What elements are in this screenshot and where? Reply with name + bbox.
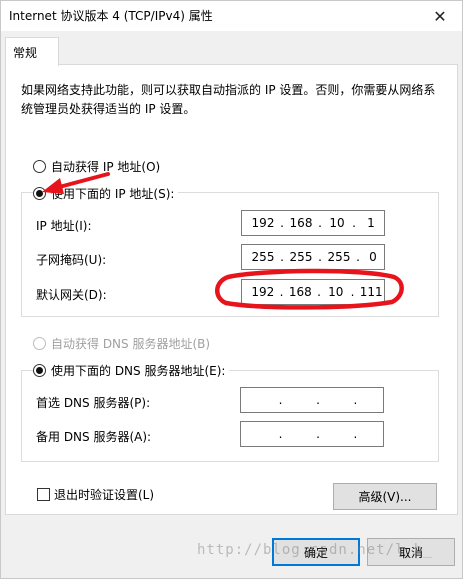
validate-checkbox[interactable]: 退出时验证设置(L) (37, 486, 154, 503)
ip-manual-radio[interactable]: 使用下面的 IP 地址(S): (33, 185, 179, 202)
subnet-mask-label: 子网掩码(U): (36, 253, 107, 267)
ip-seg: 111 (359, 285, 383, 299)
checkbox-square (37, 488, 50, 501)
alternate-dns-label: 备用 DNS 服务器(A): (36, 430, 152, 444)
ip-seg: 1 (367, 216, 375, 230)
preferred-dns-label: 首选 DNS 服务器(P): (36, 396, 151, 410)
dns-group-box (21, 370, 439, 462)
gateway-field[interactable]: 192. 168. 10. 111 (241, 279, 385, 305)
dns-auto-label: 自动获得 DNS 服务器地址(B) (51, 337, 211, 351)
ip-seg: 192 (251, 216, 275, 230)
radio-circle (33, 187, 46, 200)
radio-circle (33, 160, 46, 173)
ip-seg: 10 (329, 216, 345, 230)
tab-strip: 常规 (1, 31, 462, 66)
advanced-button[interactable]: 高级(V)... (333, 483, 437, 510)
ip-seg: 10 (328, 285, 344, 299)
ip-address-label: IP 地址(I): (36, 219, 92, 233)
tab-general[interactable]: 常规 (5, 37, 59, 66)
dns-auto-radio[interactable]: 自动获得 DNS 服务器地址(B) (33, 335, 210, 352)
ip-seg: 255 (327, 250, 351, 264)
ip-seg: 255 (251, 250, 275, 264)
ip-manual-label: 使用下面的 IP 地址(S): (51, 187, 175, 201)
ip-address-field[interactable]: 192. 168. 10. 1 (241, 210, 385, 236)
validate-label: 退出时验证设置(L) (54, 488, 155, 502)
ip-seg: 168 (288, 285, 312, 299)
dialog-window: Internet 协议版本 4 (TCP/IPv4) 属性 ✕ 常规 如果网络支… (0, 0, 463, 579)
alternate-dns-field[interactable]: . . . (240, 421, 384, 447)
ip-seg: 0 (369, 250, 377, 264)
subnet-mask-field[interactable]: 255. 255. 255. 0 (241, 244, 385, 270)
gateway-label: 默认网关(D): (36, 288, 107, 302)
ip-seg: 255 (289, 250, 313, 264)
ip-auto-radio[interactable]: 自动获得 IP 地址(O) (33, 158, 160, 175)
watermark-text: http://blog.csdn.net/l_b_ (197, 542, 433, 558)
general-panel: 如果网络支持此功能，则可以获取自动指派的 IP 设置。否则，你需要从网络系统管理… (5, 64, 458, 515)
preferred-dns-field[interactable]: . . . (240, 387, 384, 413)
ip-auto-label: 自动获得 IP 地址(O) (51, 160, 161, 174)
radio-circle (33, 364, 46, 377)
window-title: Internet 协议版本 4 (TCP/IPv4) 属性 (9, 9, 213, 23)
dns-manual-radio[interactable]: 使用下面的 DNS 服务器地址(E): (33, 362, 230, 379)
ip-seg: 192 (251, 285, 275, 299)
close-icon[interactable]: ✕ (418, 1, 462, 31)
ip-seg: 168 (289, 216, 313, 230)
dns-manual-label: 使用下面的 DNS 服务器地址(E): (51, 364, 226, 378)
title-bar: Internet 协议版本 4 (TCP/IPv4) 属性 ✕ (1, 1, 462, 31)
description-text: 如果网络支持此功能，则可以获取自动指派的 IP 设置。否则，你需要从网络系统管理… (21, 83, 436, 116)
radio-circle (33, 337, 46, 350)
